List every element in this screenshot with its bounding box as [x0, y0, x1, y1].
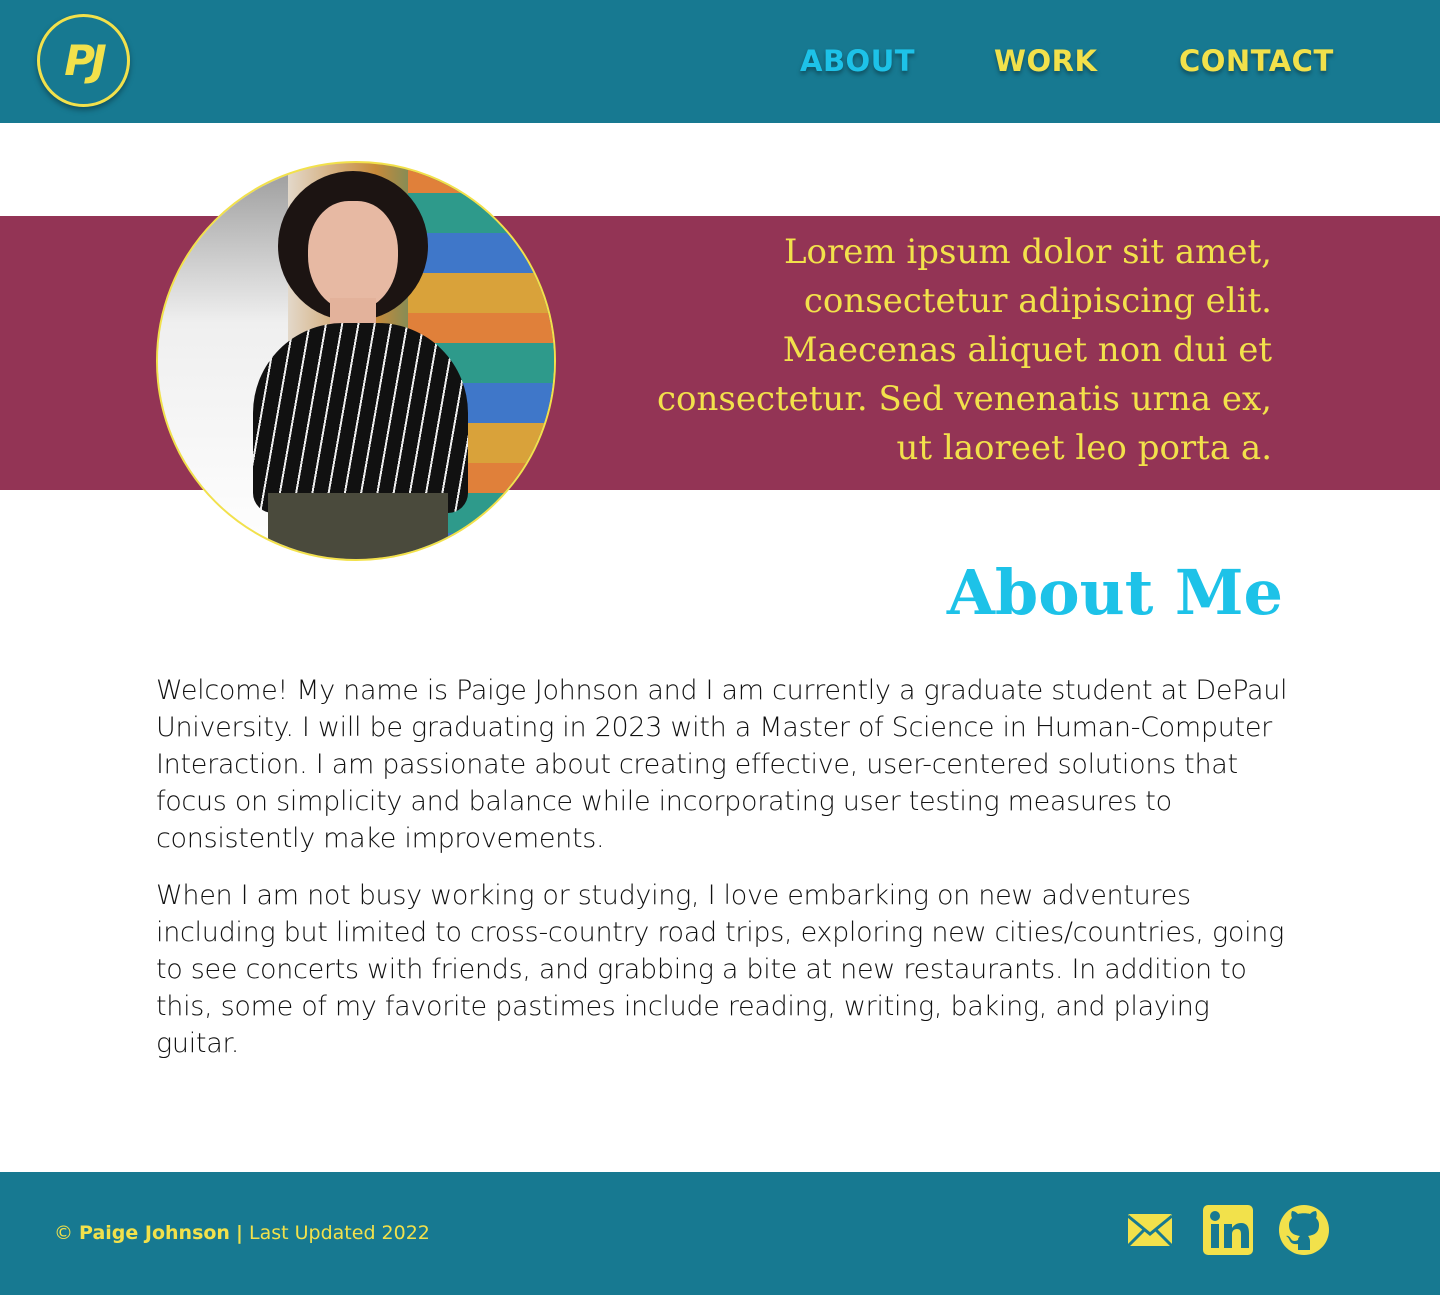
site-header: PJ ABOUT WORK CONTACT — [0, 0, 1440, 123]
hero-quote: Lorem ipsum dolor sit amet, consectetur … — [656, 232, 1272, 468]
profile-photo — [156, 161, 556, 561]
linkedin-icon[interactable] — [1202, 1204, 1254, 1256]
footer-updated: Last Updated 2022 — [249, 1222, 430, 1244]
mail-icon[interactable] — [1124, 1204, 1176, 1256]
footer-copyright: © Paige Johnson | Last Updated 2022 — [54, 1222, 430, 1244]
bio-paragraph: Welcome! My name is Paige Johnson and I … — [156, 675, 1288, 854]
about-heading: About Me — [946, 556, 1283, 629]
footer-name: Paige Johnson — [79, 1222, 230, 1244]
github-icon[interactable] — [1278, 1204, 1330, 1256]
pj-logo[interactable]: PJ — [37, 14, 130, 107]
footer-separator: | — [236, 1222, 243, 1244]
nav-contact-link[interactable]: CONTACT — [1179, 44, 1334, 80]
nav-about-link[interactable]: ABOUT — [800, 44, 915, 80]
bio-paragraph: When I am not busy working or studying, … — [156, 880, 1285, 1059]
copyright-symbol: © — [54, 1222, 73, 1244]
nav-work-link[interactable]: WORK — [994, 44, 1097, 80]
